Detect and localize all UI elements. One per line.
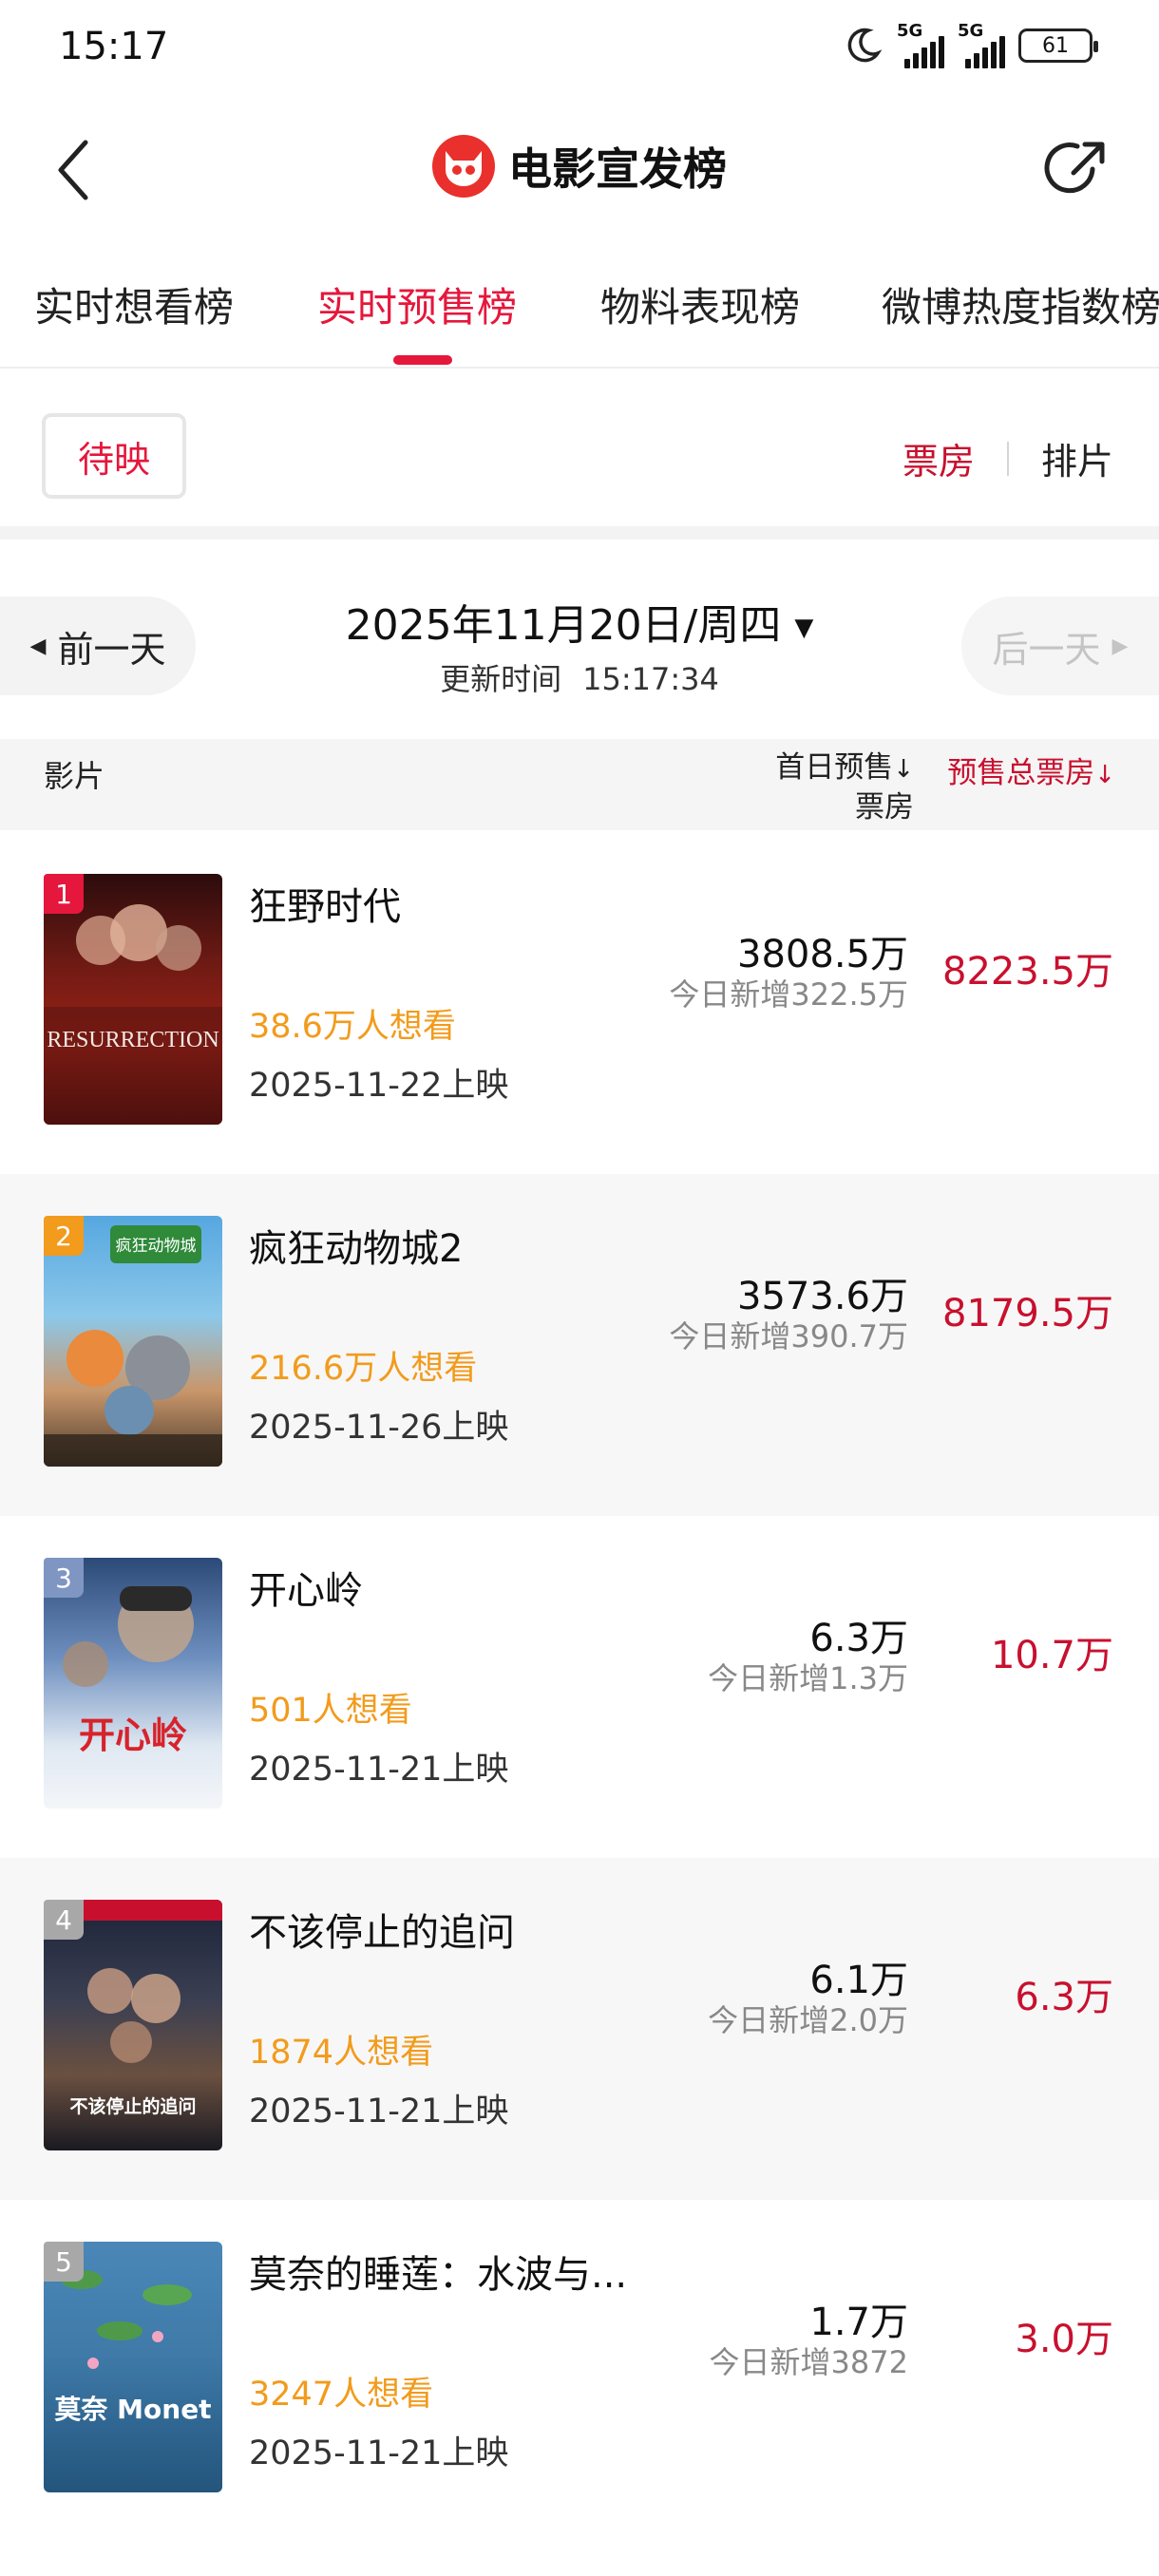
- column-film: 影片: [44, 758, 105, 794]
- metric-toggle: 票房 排片: [902, 432, 1113, 484]
- battery-icon: 61: [1018, 28, 1098, 63]
- today-increase: 今日新增1.3万: [708, 1660, 908, 1696]
- status-filter-button[interactable]: 待映: [42, 413, 186, 499]
- total-presale: 8179.5万: [942, 1292, 1113, 1335]
- svg-text:疯狂动物城: 疯狂动物城: [116, 1237, 197, 1256]
- share-icon[interactable]: [1043, 135, 1112, 203]
- box-office-toggle[interactable]: 票房: [902, 432, 975, 484]
- triangle-down-icon: ▼: [794, 614, 814, 642]
- want-count: 216.6万人想看: [249, 1350, 478, 1388]
- want-count: 1874人想看: [249, 2034, 434, 2072]
- movie-title: 不该停止的追问: [249, 1911, 515, 1955]
- svg-text:RESURRECTION: RESURRECTION: [47, 1028, 218, 1052]
- rank-badge: 2: [44, 1216, 84, 1256]
- svg-text:不该停止的追问: 不该停止的追问: [69, 2095, 196, 2117]
- table-row[interactable]: 莫奈 Monet 5 莫奈的睡莲：水波与... 3247人想看 2025-11-…: [0, 2200, 1159, 2542]
- page-title: 电影宣发榜: [508, 143, 727, 195]
- sort-icon: ↓: [1094, 761, 1115, 789]
- total-presale: 3.0万: [1015, 2318, 1113, 2361]
- table-row[interactable]: 开心岭 3 开心岭 501人想看 2025-11-21上映 6.3万 今日新增1…: [0, 1516, 1159, 1858]
- today-increase: 今日新增390.7万: [669, 1318, 908, 1354]
- release-date: 2025-11-26上映: [249, 1409, 509, 1447]
- svg-text:开心岭: 开心岭: [79, 1714, 187, 1756]
- tab-realtime-want[interactable]: 实时想看榜: [34, 275, 234, 333]
- want-count: 501人想看: [249, 1692, 412, 1730]
- total-presale: 8223.5万: [942, 950, 1113, 994]
- do-not-disturb-icon: [847, 28, 883, 63]
- today-increase: 今日新增322.5万: [669, 976, 908, 1013]
- tab-weibo-heat[interactable]: 微博热度指数榜: [882, 275, 1159, 333]
- tab-realtime-presale[interactable]: 实时预售榜: [317, 275, 517, 333]
- signal-icon: 5G: [897, 21, 944, 68]
- divider: [1006, 441, 1009, 476]
- table-row[interactable]: 不该停止的追问 4 不该停止的追问 1874人想看 2025-11-21上映 6…: [0, 1858, 1159, 2200]
- signal-icon: 5G: [958, 21, 1005, 68]
- filter-row: 待映 票房 排片: [0, 370, 1159, 540]
- sort-icon: ↓: [893, 755, 914, 784]
- release-date: 2025-11-22上映: [249, 1067, 509, 1105]
- movie-title: 开心岭: [249, 1569, 363, 1613]
- screening-toggle[interactable]: 排片: [1041, 432, 1113, 484]
- nav-header: 电影宣发榜: [0, 114, 1159, 228]
- table-header: 影片 首日预售↓ 票房 预售总票房↓: [0, 739, 1159, 830]
- active-tab-indicator: [393, 355, 452, 365]
- table-row[interactable]: 疯狂动物城 2 疯狂动物城2 216.6万人想看 2025-11-26上映 35…: [0, 1174, 1159, 1516]
- want-count: 38.6万人想看: [249, 1008, 456, 1046]
- release-date: 2025-11-21上映: [249, 1751, 509, 1789]
- next-day-button[interactable]: 后一天 ▶: [961, 597, 1159, 695]
- table-row[interactable]: RESURRECTION 1 狂野时代 38.6万人想看 2025-11-22上…: [0, 832, 1159, 1174]
- status-bar: 15:17 5G 5G 61: [0, 0, 1159, 95]
- movie-title: 狂野时代: [249, 885, 401, 929]
- date-navigator: ◀ 前一天 2025年11月20日/周四 ▼ 更新时间 15:17:34 后一天 …: [0, 553, 1159, 739]
- triangle-right-icon: ▶: [1112, 634, 1129, 658]
- release-date: 2025-11-21上映: [249, 2434, 509, 2472]
- today-increase: 今日新增2.0万: [708, 2002, 908, 2038]
- movie-title: 疯狂动物城2: [249, 1227, 464, 1271]
- status-time: 15:17: [59, 25, 169, 68]
- column-total-presale[interactable]: 预售总票房↓: [947, 748, 1115, 791]
- rank-badge: 5: [44, 2242, 84, 2282]
- rank-badge: 4: [44, 1900, 84, 1940]
- want-count: 3247人想看: [249, 2376, 434, 2414]
- ranking-tabs: 实时想看榜 实时预售榜 物料表现榜 微博热度指数榜: [0, 256, 1159, 369]
- rank-badge: 3: [44, 1558, 84, 1598]
- total-presale: 10.7万: [990, 1634, 1113, 1677]
- maoyan-logo-icon: [432, 135, 495, 198]
- svg-text:莫奈 Monet: 莫奈 Monet: [54, 2394, 211, 2425]
- release-date: 2025-11-21上映: [249, 2093, 509, 2131]
- total-presale: 6.3万: [1015, 1976, 1113, 2019]
- today-increase: 今日新增3872: [709, 2344, 908, 2380]
- tab-material-performance[interactable]: 物料表现榜: [600, 275, 800, 333]
- column-first-day-presale[interactable]: 首日预售↓ 票房: [775, 748, 914, 826]
- movie-title: 莫奈的睡莲：水波与...: [249, 2253, 628, 2297]
- rank-badge: 1: [44, 874, 84, 914]
